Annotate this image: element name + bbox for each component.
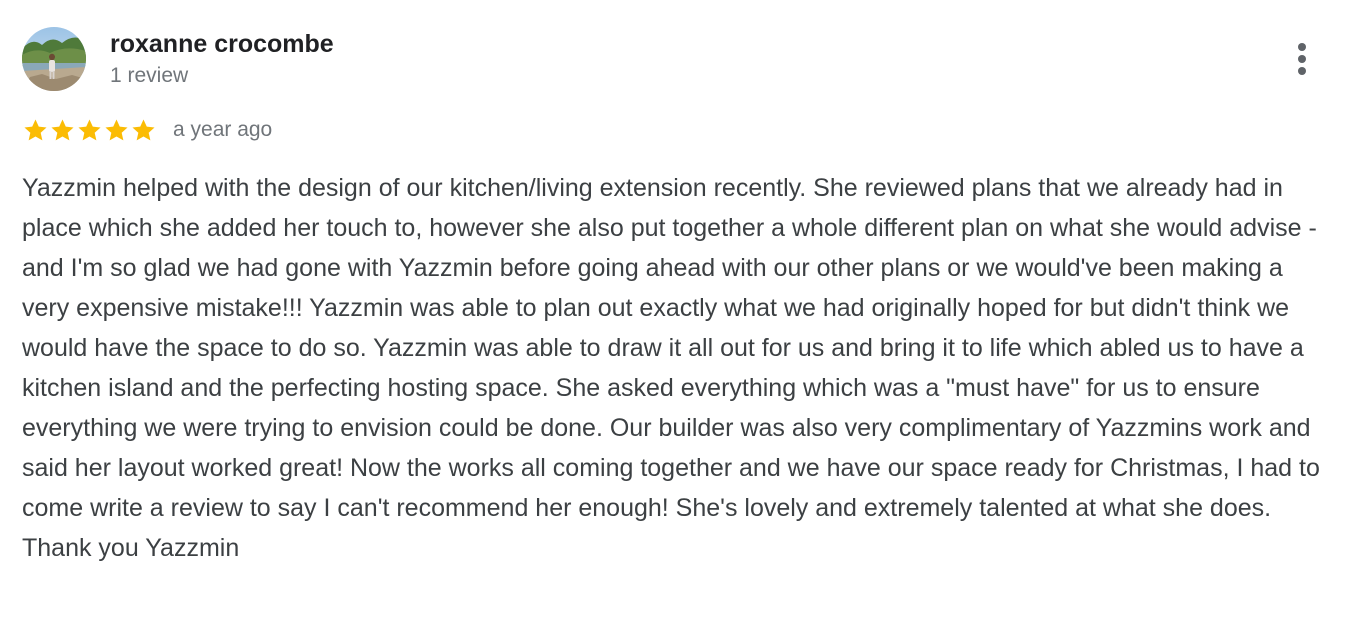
star-icon: [132, 118, 155, 140]
avatar-photo: [22, 27, 86, 91]
avatar[interactable]: [22, 27, 86, 91]
more-vert-icon: [1298, 43, 1306, 75]
star-icon: [24, 118, 47, 140]
review-timestamp: a year ago: [173, 118, 273, 141]
rating-row: a year ago: [22, 114, 272, 146]
star-rating: [22, 117, 157, 144]
star-icon: [51, 118, 74, 140]
review-text: Yazzmin helped with the design of our ki…: [22, 174, 1320, 562]
more-options-button[interactable]: [1282, 38, 1322, 80]
star-icon: [78, 118, 101, 140]
author-review-count: 1 review: [110, 64, 189, 87]
review-card: roxanne crocombe 1 review a year ago Yaz…: [0, 0, 1346, 634]
star-icon: [105, 118, 128, 140]
author-name[interactable]: roxanne crocombe: [110, 30, 334, 59]
